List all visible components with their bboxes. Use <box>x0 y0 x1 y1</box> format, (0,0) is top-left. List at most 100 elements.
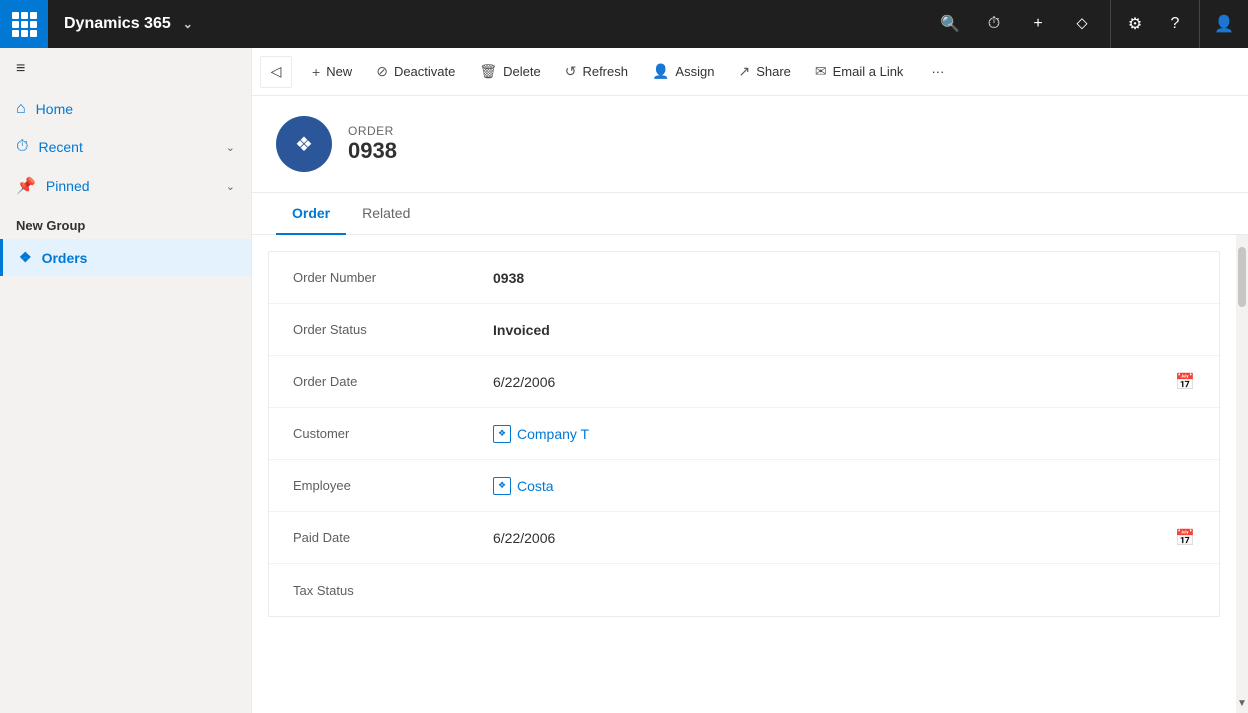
sidebar-item-pinned[interactable]: 📌 Pinned ⌄ <box>0 166 251 206</box>
refresh-label: Refresh <box>582 64 628 79</box>
refresh-button[interactable]: ↺ Refresh <box>553 54 640 90</box>
orders-icon: ❖ <box>19 249 32 266</box>
deactivate-label: Deactivate <box>394 64 455 79</box>
employee-link-text: Costa <box>517 478 554 494</box>
tax-status-label: Tax Status <box>293 583 493 598</box>
record-name: 0938 <box>348 138 397 164</box>
field-order-date: Order Date 6/22/2006 📅 <box>269 356 1219 408</box>
deactivate-icon: ⊘ <box>376 63 388 80</box>
scroll-thumb[interactable] <box>1238 247 1246 307</box>
command-bar: ◁ + New ⊘ Deactivate 🗑 Delete ↺ Refresh … <box>252 48 1248 96</box>
customer-value[interactable]: ❖ Company T <box>493 425 1195 443</box>
top-nav-bar: Dynamics 365 ⌄ 🔍 ⏱ + ⬦ ⚙ ? 👤 <box>0 0 1248 48</box>
paid-date-calendar-icon[interactable]: 📅 <box>1175 528 1195 548</box>
delete-label: Delete <box>503 64 541 79</box>
sidebar-toggle[interactable]: ≡ <box>0 48 251 90</box>
tab-order-label: Order <box>292 205 330 221</box>
sidebar: ≡ ⌂ Home ⏱ Recent ⌄ 📌 Pinned ⌄ New Group… <box>0 48 252 713</box>
sidebar-item-recent[interactable]: ⏱ Recent ⌄ <box>0 128 251 166</box>
calendar-icon[interactable]: 📅 <box>1175 372 1195 392</box>
filter-icon[interactable]: ⬦ <box>1062 4 1102 44</box>
sidebar-pinned-label: Pinned <box>46 178 90 194</box>
waffle-icon <box>12 12 37 37</box>
sidebar-item-orders[interactable]: ❖ Orders <box>0 239 251 276</box>
record-entity-label: ORDER <box>348 124 397 138</box>
top-nav-icons: 🔍 ⏱ + ⬦ <box>922 4 1110 44</box>
user-profile-button[interactable]: 👤 <box>1200 4 1248 44</box>
delete-icon: 🗑 <box>479 63 497 80</box>
customer-label: Customer <box>293 426 493 441</box>
back-button[interactable]: ◁ <box>260 56 292 88</box>
order-status-value: Invoiced <box>493 322 1195 338</box>
assign-icon: 👤 <box>652 63 669 80</box>
employee-entity-icon: ❖ <box>493 477 511 495</box>
order-status-label: Order Status <box>293 322 493 337</box>
field-order-status: Order Status Invoiced <box>269 304 1219 356</box>
email-link-label: Email a Link <box>833 64 904 79</box>
tab-order[interactable]: Order <box>276 193 346 235</box>
more-icon: ··· <box>931 64 944 79</box>
hamburger-icon: ≡ <box>16 60 25 78</box>
scroll-down-arrow[interactable]: ▼ <box>1237 693 1247 709</box>
main-body: ≡ ⌂ Home ⏱ Recent ⌄ 📌 Pinned ⌄ New Group… <box>0 48 1248 713</box>
field-paid-date: Paid Date 6/22/2006 📅 <box>269 512 1219 564</box>
new-plus-icon: + <box>312 64 320 80</box>
deactivate-button[interactable]: ⊘ Deactivate <box>364 54 467 90</box>
sidebar-home-label: Home <box>36 101 73 117</box>
paid-date-label: Paid Date <box>293 530 493 545</box>
form-area: Order Number 0938 Order Status Invoiced … <box>252 235 1236 713</box>
copilot-icon[interactable]: ⏱ <box>974 4 1014 44</box>
record-avatar: ❖ <box>276 116 332 172</box>
settings-icon[interactable]: ⚙ <box>1115 4 1155 44</box>
order-number-label: Order Number <box>293 270 493 285</box>
waffle-menu-button[interactable] <box>0 0 48 48</box>
employee-label: Employee <box>293 478 493 493</box>
scroll-bar-area: ▼ <box>1236 235 1248 713</box>
pinned-icon: 📌 <box>16 176 36 196</box>
app-title: Dynamics 365 <box>64 15 171 33</box>
assign-label: Assign <box>675 64 714 79</box>
share-icon: ↗ <box>738 63 750 80</box>
sidebar-item-home[interactable]: ⌂ Home <box>0 90 251 128</box>
tab-related[interactable]: Related <box>346 193 426 235</box>
search-icon[interactable]: 🔍 <box>930 4 970 44</box>
tab-related-label: Related <box>362 205 410 221</box>
settings-group: ⚙ ? <box>1110 0 1200 48</box>
home-icon: ⌂ <box>16 100 26 118</box>
assign-button[interactable]: 👤 Assign <box>640 54 726 90</box>
email-link-button[interactable]: ✉ Email a Link <box>803 54 916 90</box>
delete-button[interactable]: 🗑 Delete <box>467 54 552 90</box>
help-icon[interactable]: ? <box>1155 4 1195 44</box>
share-button[interactable]: ↗ Share <box>726 54 802 90</box>
customer-link-text: Company T <box>517 426 589 442</box>
sidebar-orders-label: Orders <box>42 250 88 266</box>
record-header: ❖ ORDER 0938 <box>252 96 1248 193</box>
sidebar-section-title: New Group <box>0 206 251 239</box>
field-customer: Customer ❖ Company T <box>269 408 1219 460</box>
order-number-value: 0938 <box>493 270 1195 286</box>
email-icon: ✉ <box>815 63 827 80</box>
new-label: New <box>326 64 352 79</box>
content-area: ◁ + New ⊘ Deactivate 🗑 Delete ↺ Refresh … <box>252 48 1248 713</box>
refresh-icon: ↺ <box>565 63 577 80</box>
order-date-value: 6/22/2006 <box>493 374 1175 390</box>
brand-chevron: ⌄ <box>183 17 193 31</box>
pinned-chevron-icon: ⌄ <box>226 180 235 193</box>
field-employee: Employee ❖ Costa <box>269 460 1219 512</box>
recent-chevron-icon: ⌄ <box>226 141 235 154</box>
customer-entity-icon: ❖ <box>493 425 511 443</box>
employee-value[interactable]: ❖ Costa <box>493 477 1195 495</box>
recent-icon: ⏱ <box>16 138 28 156</box>
record-avatar-icon: ❖ <box>295 132 313 157</box>
share-label: Share <box>756 64 791 79</box>
tabs-bar: Order Related <box>252 193 1248 235</box>
sidebar-recent-label: Recent <box>38 139 82 155</box>
back-icon: ◁ <box>271 63 282 80</box>
new-button[interactable]: + New <box>300 54 364 90</box>
app-brand[interactable]: Dynamics 365 ⌄ <box>48 15 209 33</box>
form-card: Order Number 0938 Order Status Invoiced … <box>268 251 1220 617</box>
more-commands-button[interactable]: ··· <box>919 54 956 90</box>
new-record-icon[interactable]: + <box>1018 4 1058 44</box>
field-tax-status: Tax Status <box>269 564 1219 616</box>
field-order-number: Order Number 0938 <box>269 252 1219 304</box>
